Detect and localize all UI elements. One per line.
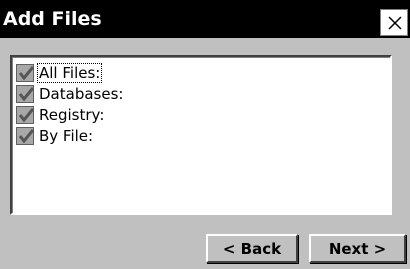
close-button[interactable] xyxy=(380,9,408,36)
list-item-all-files[interactable]: All Files: xyxy=(16,63,103,83)
title-bar: Add Files xyxy=(0,0,410,38)
back-button-label: < Back xyxy=(222,239,282,258)
list-item-databases[interactable]: Databases: xyxy=(16,84,124,104)
list-item-label: Databases: xyxy=(39,85,124,103)
window-title: Add Files xyxy=(3,8,102,30)
list-item-by-file[interactable]: By File: xyxy=(16,126,94,146)
checkbox-registry[interactable] xyxy=(16,106,34,124)
next-button[interactable]: Next > xyxy=(309,234,406,263)
list-item-label: All Files: xyxy=(36,63,103,83)
close-icon xyxy=(388,16,402,30)
check-icon xyxy=(18,66,34,81)
file-type-list[interactable]: All Files: Databases: Registry: By File: xyxy=(10,55,392,215)
check-icon xyxy=(18,108,34,123)
next-button-label: Next > xyxy=(328,239,387,258)
check-icon xyxy=(18,87,34,102)
checkbox-all-files[interactable] xyxy=(16,64,34,82)
checkbox-by-file[interactable] xyxy=(16,127,34,145)
check-icon xyxy=(18,129,34,144)
list-item-label: By File: xyxy=(39,127,94,145)
list-item-label: Registry: xyxy=(39,106,105,124)
checkbox-databases[interactable] xyxy=(16,85,34,103)
list-item-registry[interactable]: Registry: xyxy=(16,105,105,125)
back-button[interactable]: < Back xyxy=(206,234,298,263)
